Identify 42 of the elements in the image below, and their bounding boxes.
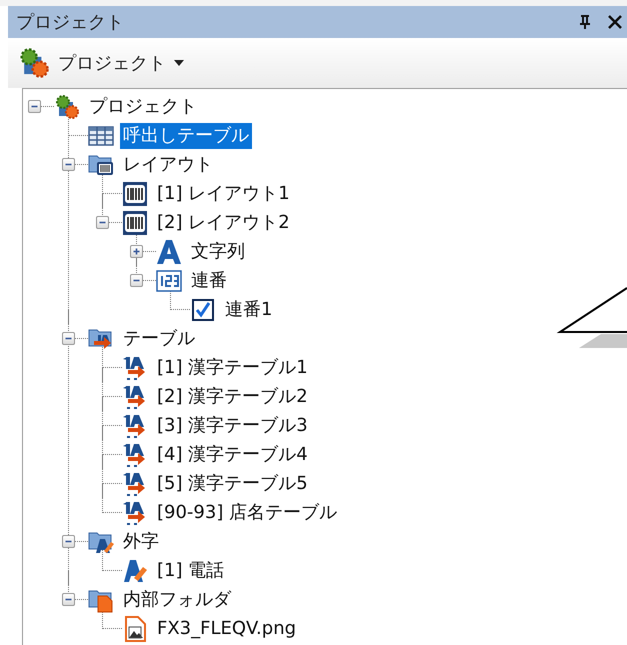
tree-item[interactable]: [1] レイアウト1 [154, 180, 293, 206]
tree-item[interactable]: テーブル [120, 326, 198, 352]
tree-item[interactable]: 呼出しテーブル [120, 122, 252, 148]
layout-icon [122, 210, 148, 236]
pin-icon[interactable] [577, 14, 593, 30]
gears-icon [54, 94, 80, 120]
collapse-button[interactable] [62, 593, 75, 606]
collapse-button[interactable] [96, 216, 109, 229]
collapse-button[interactable] [62, 332, 75, 345]
tree-item[interactable]: [1] 電話 [154, 558, 228, 584]
pen-letter-icon [122, 558, 148, 584]
tree-item[interactable]: [2] 漢字テーブル2 [154, 384, 311, 410]
letter-a-icon [156, 238, 182, 264]
layout-icon [122, 180, 148, 206]
tree-item[interactable]: 内部フォルダ [120, 586, 234, 612]
tree-item[interactable]: [2] レイアウト2 [154, 210, 293, 236]
tree-item[interactable]: [4] 漢字テーブル4 [154, 442, 311, 468]
collapse-button[interactable] [28, 100, 41, 113]
tree-item[interactable]: [5] 漢字テーブル5 [154, 470, 311, 496]
tree-item[interactable]: FX3_FLEQV.png [154, 616, 300, 642]
expand-button[interactable] [130, 245, 143, 258]
tree-item[interactable]: 文字列 [188, 238, 248, 264]
collapse-button[interactable] [62, 535, 75, 548]
tree-item[interactable]: [1] 漢字テーブル1 [154, 354, 311, 380]
tree-item[interactable]: 連番1 [222, 296, 276, 322]
tree-item[interactable]: 外字 [120, 528, 162, 554]
panel-title: プロジェクト [16, 11, 125, 34]
caret-icon [174, 60, 184, 66]
close-icon[interactable] [607, 14, 623, 30]
image-file-icon [122, 616, 148, 642]
project-dropdown[interactable]: プロジェクト [16, 45, 186, 81]
collapse-button[interactable] [130, 274, 143, 287]
tree-item[interactable]: [3] 漢字テーブル3 [154, 412, 311, 438]
plus-icon [131, 246, 142, 257]
tree-item[interactable]: 連番 [188, 268, 230, 294]
collapse-button[interactable] [62, 158, 75, 171]
gears-icon [18, 47, 50, 79]
tree-item[interactable]: レイアウト [120, 152, 216, 178]
tree-item[interactable]: [90-93] 店名テーブル [154, 500, 340, 526]
tree-item[interactable]: プロジェクト [86, 94, 200, 120]
numbers-icon [156, 268, 182, 294]
checkbox[interactable] [190, 296, 216, 322]
